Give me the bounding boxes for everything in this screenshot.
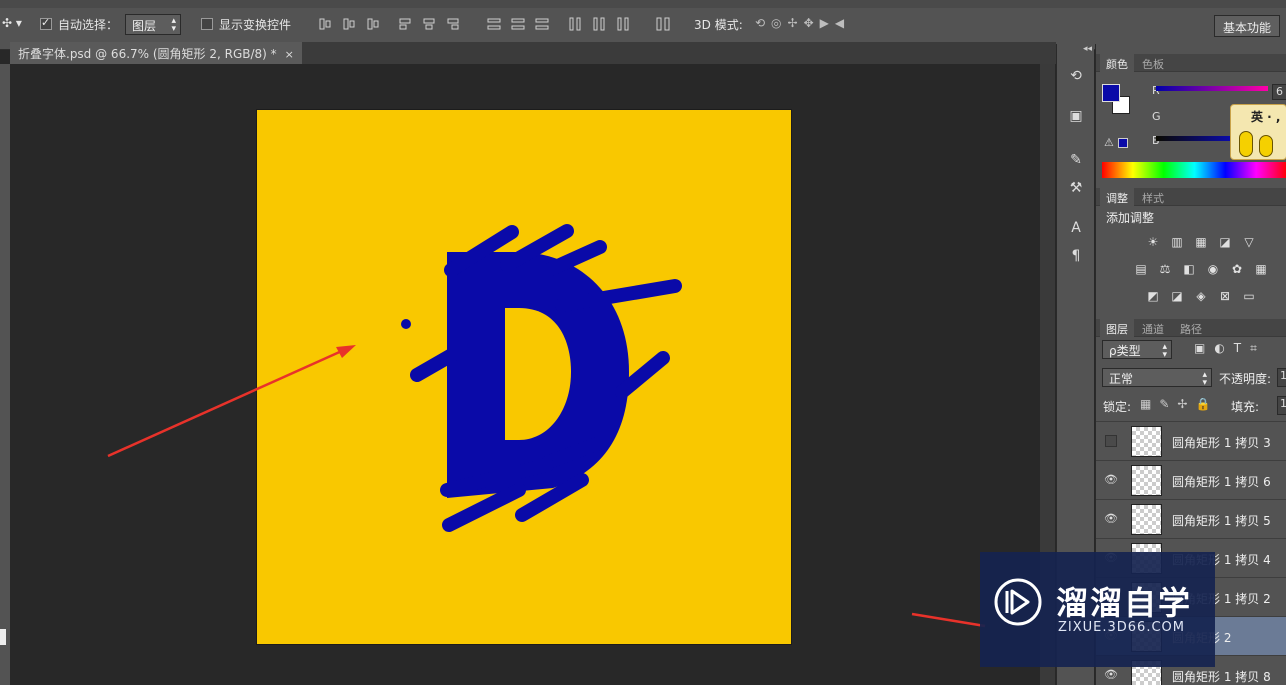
minion-icon bbox=[1239, 131, 1253, 157]
gamut-swatch[interactable] bbox=[1118, 138, 1128, 148]
layer-thumbnail bbox=[1131, 426, 1162, 457]
add-adjustment-heading: 添加调整 bbox=[1106, 211, 1155, 225]
gamut-warning-icon[interactable]: ⚠ bbox=[1104, 136, 1114, 149]
eye-icon[interactable]: 👁 bbox=[1104, 512, 1118, 526]
color-balance-icon[interactable]: ⚖ bbox=[1157, 262, 1173, 276]
brightness-icon[interactable]: ☀ bbox=[1145, 235, 1161, 249]
layer-row[interactable]: 👁 圆角矩形 1 拷贝 6 bbox=[1096, 460, 1286, 499]
curves-icon[interactable]: ▦ bbox=[1193, 235, 1209, 249]
fill-field[interactable]: 10 bbox=[1277, 396, 1286, 415]
minion-icon-2 bbox=[1259, 135, 1273, 157]
chevron-updown-icon: ▴ ▾ bbox=[1162, 342, 1167, 360]
brush-presets-icon[interactable]: ⚒ bbox=[1066, 178, 1086, 198]
tab-styles[interactable]: 样式 bbox=[1136, 188, 1170, 206]
color-spectrum-bar[interactable] bbox=[1102, 162, 1286, 178]
watermark-url: ZIXUE.3D66.COM bbox=[1058, 620, 1185, 635]
lock-label: 锁定: bbox=[1103, 400, 1132, 414]
layer-name: 圆角矩形 1 拷贝 8 bbox=[1172, 670, 1271, 684]
hue-saturation-icon[interactable]: ▤ bbox=[1133, 262, 1149, 276]
exposure-icon[interactable]: ◪ bbox=[1217, 235, 1233, 249]
selective-color-icon[interactable]: ⊠ bbox=[1217, 289, 1233, 303]
color-panel-tabs: 颜色 色板 bbox=[1096, 54, 1286, 72]
threshold-icon[interactable]: ◈ bbox=[1193, 289, 1209, 303]
layer-row[interactable]: 👁 圆角矩形 1 拷贝 5 bbox=[1096, 499, 1286, 538]
tab-adjustments[interactable]: 调整 bbox=[1100, 188, 1134, 206]
character-icon[interactable]: A bbox=[1066, 218, 1086, 238]
layer-thumbnail bbox=[1131, 465, 1162, 496]
play-logo-icon bbox=[994, 578, 1042, 626]
brush-icon[interactable]: ✎ bbox=[1066, 150, 1086, 170]
properties-icon[interactable]: ▣ bbox=[1066, 106, 1086, 126]
adjustments-panel-tabs: 调整 样式 bbox=[1096, 188, 1286, 206]
tab-color[interactable]: 颜色 bbox=[1100, 54, 1134, 72]
black-white-icon[interactable]: ◧ bbox=[1181, 262, 1197, 276]
tab-swatches[interactable]: 色板 bbox=[1136, 54, 1170, 72]
layer-name: 圆角矩形 1 拷贝 5 bbox=[1172, 514, 1271, 528]
posterize-icon[interactable]: ◪ bbox=[1169, 289, 1185, 303]
vibrance-icon[interactable]: ▽ bbox=[1241, 235, 1257, 249]
filter-type-icons[interactable]: ▣◐T⌗ bbox=[1194, 341, 1266, 356]
color-lookup-icon[interactable]: ▦ bbox=[1253, 262, 1269, 276]
levels-icon[interactable]: ▥ bbox=[1169, 235, 1185, 249]
layer-row[interactable]: 圆角矩形 1 拷贝 3 bbox=[1096, 421, 1286, 460]
arrow-head-1 bbox=[336, 345, 356, 358]
r-slider[interactable] bbox=[1156, 86, 1268, 91]
ime-badge: 英 · , bbox=[1230, 104, 1286, 160]
opacity-field[interactable]: 10 bbox=[1277, 368, 1286, 387]
ime-badge-text: 英 · , bbox=[1251, 110, 1281, 124]
arrow-line-1 bbox=[107, 348, 345, 458]
blend-mode-value: 正常 bbox=[1109, 372, 1134, 386]
paragraph-icon[interactable]: ¶ bbox=[1066, 246, 1086, 266]
tab-channels[interactable]: 通道 bbox=[1136, 319, 1170, 337]
watermark-title: 溜溜自学 bbox=[1056, 584, 1193, 622]
history-icon[interactable]: ⟲ bbox=[1066, 66, 1086, 86]
photo-filter-icon[interactable]: ◉ bbox=[1205, 262, 1221, 276]
layer-filter-dropdown[interactable]: ρ类型 ▴ ▾ bbox=[1102, 340, 1172, 360]
eye-icon[interactable]: 👁 bbox=[1104, 668, 1118, 682]
layer-name: 圆角矩形 1 拷贝 6 bbox=[1172, 475, 1271, 489]
opacity-label: 不透明度: bbox=[1219, 372, 1272, 386]
lock-icons[interactable]: ▦✎✢🔒 bbox=[1140, 397, 1218, 411]
fill-label: 填充: bbox=[1231, 400, 1260, 414]
r-value-field[interactable]: 6 bbox=[1272, 84, 1286, 100]
layers-panel-tabs: 图层 通道 路径 bbox=[1096, 319, 1286, 337]
channel-mixer-icon[interactable]: ✿ bbox=[1229, 262, 1245, 276]
blend-mode-dropdown[interactable]: 正常 ▴ ▾ bbox=[1102, 368, 1212, 388]
arrow-line-2 bbox=[911, 612, 986, 628]
invert-icon[interactable]: ◩ bbox=[1145, 289, 1161, 303]
watermark: 溜溜自学 ZIXUE.3D66.COM bbox=[980, 552, 1215, 667]
chevron-updown-icon: ▴ ▾ bbox=[1202, 370, 1207, 388]
eye-icon[interactable]: 👁 bbox=[1104, 473, 1118, 487]
layer-filter-label: ρ类型 bbox=[1109, 344, 1141, 358]
gradient-map-icon[interactable]: ▭ bbox=[1241, 289, 1257, 303]
layer-thumbnail bbox=[1131, 504, 1162, 535]
layer-name: 圆角矩形 1 拷贝 3 bbox=[1172, 436, 1271, 450]
tab-layers[interactable]: 图层 bbox=[1100, 319, 1134, 337]
foreground-color-swatch[interactable] bbox=[1102, 84, 1120, 102]
collapse-icon[interactable]: ◂◂ bbox=[1083, 44, 1092, 54]
visibility-toggle-off[interactable] bbox=[1105, 435, 1117, 447]
tab-paths[interactable]: 路径 bbox=[1174, 319, 1208, 337]
